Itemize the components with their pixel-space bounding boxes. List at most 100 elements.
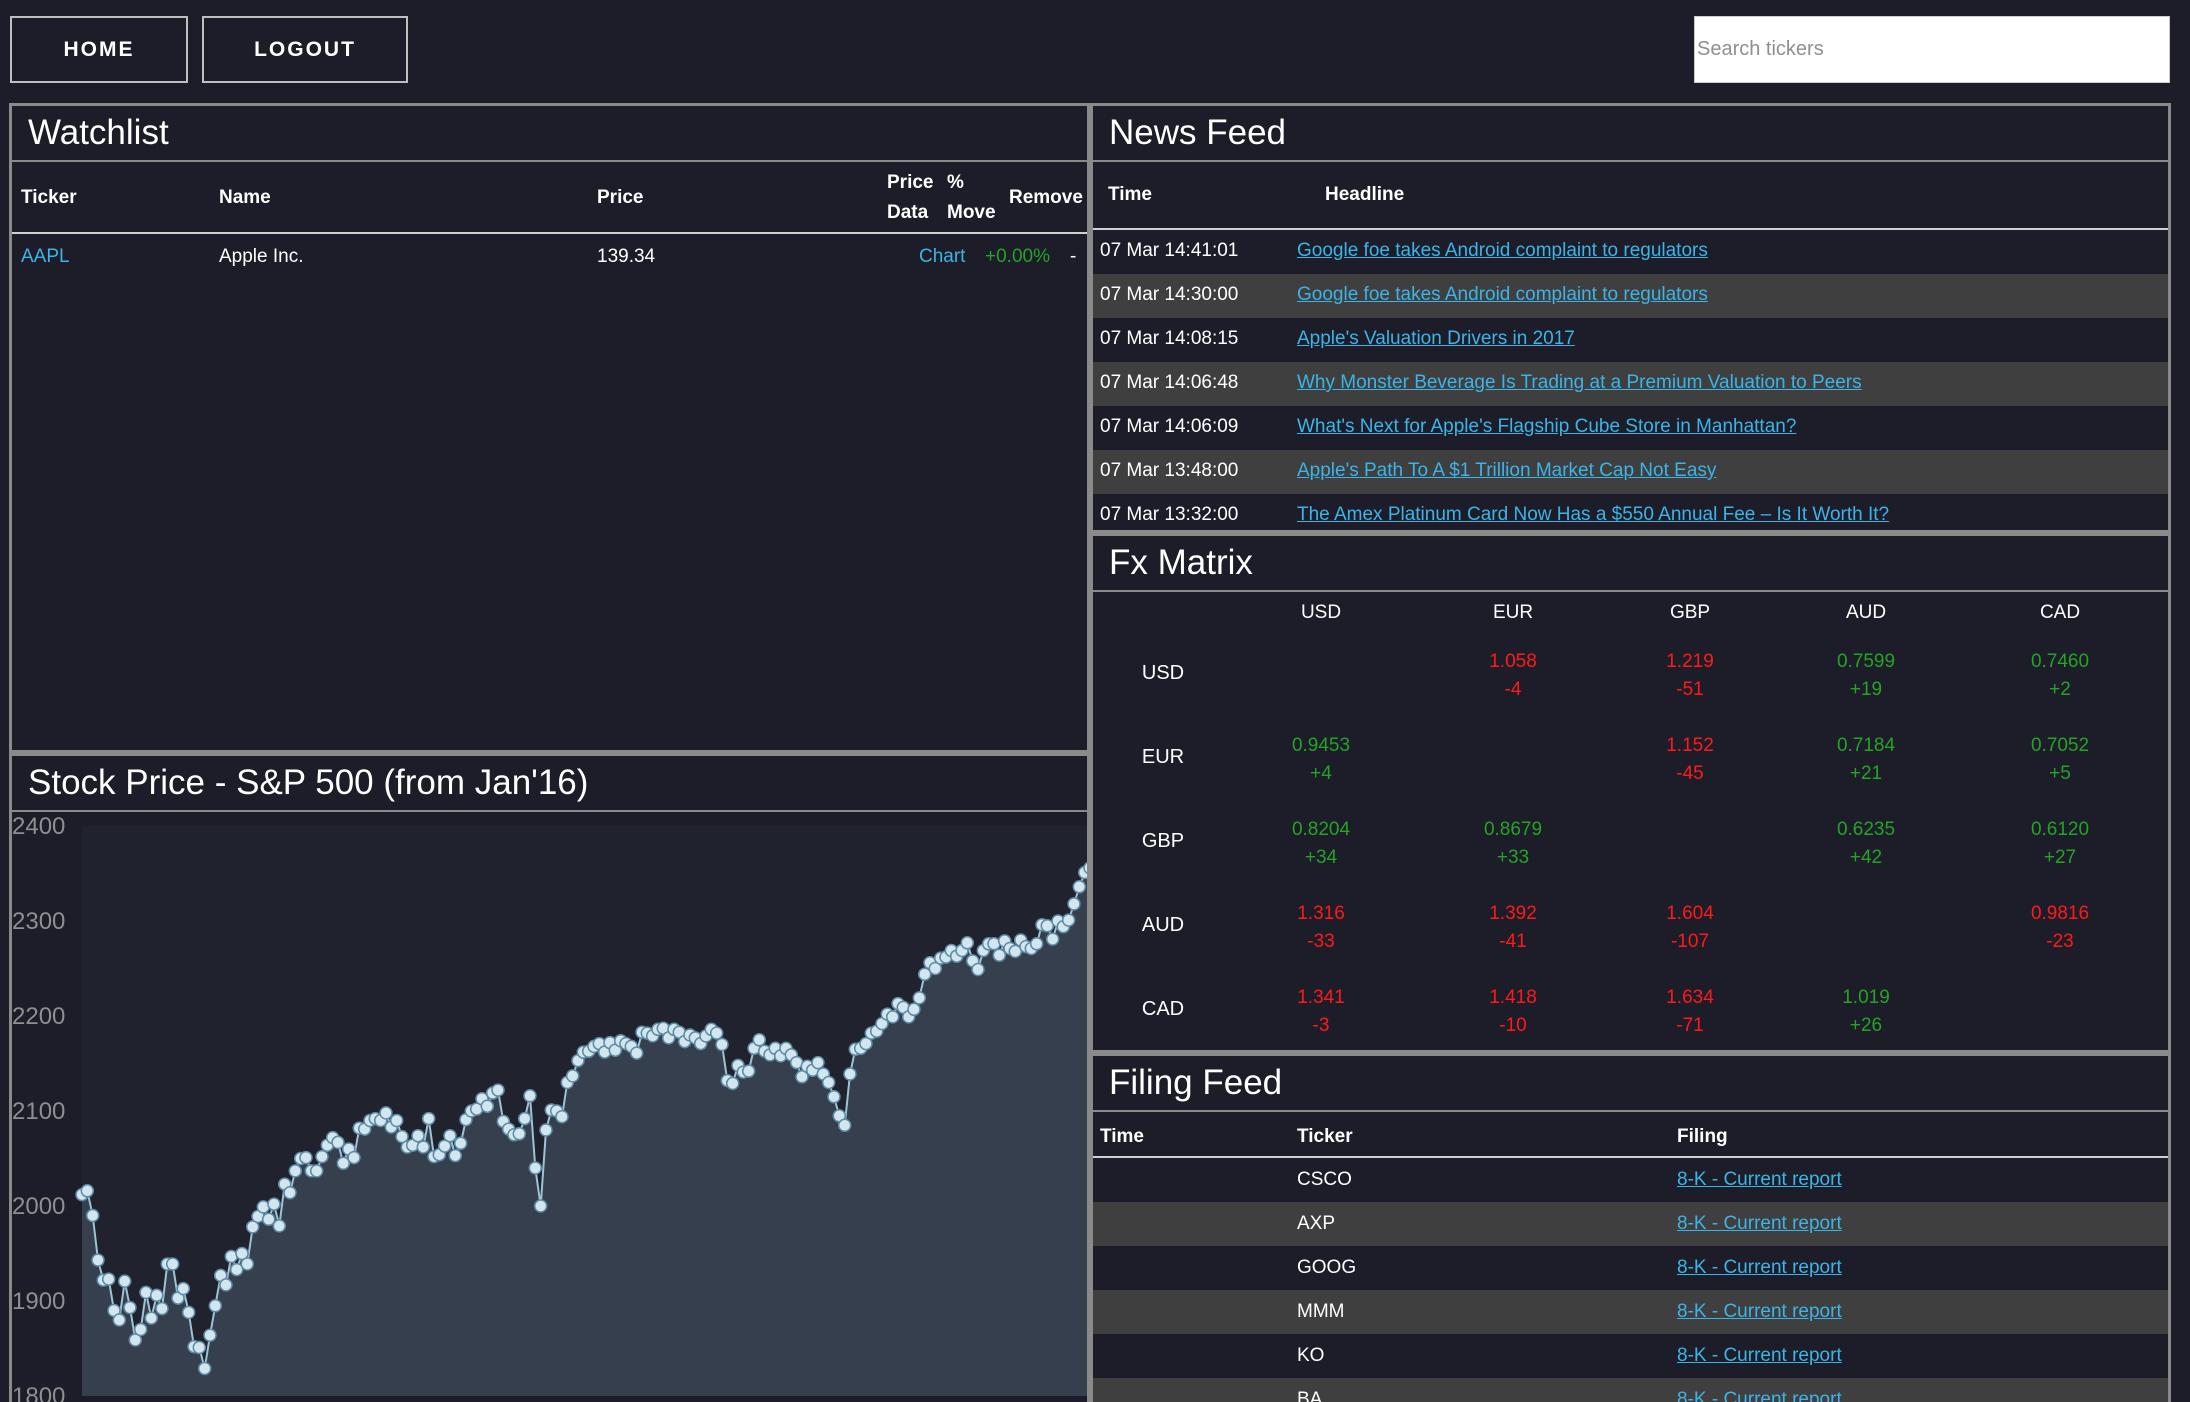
price-point[interactable] (992, 948, 1007, 962)
remove-button[interactable]: - (1070, 246, 1076, 268)
price-point[interactable] (197, 1361, 212, 1376)
price-point[interactable] (709, 1026, 724, 1040)
price-point[interactable] (208, 1299, 223, 1313)
price-point[interactable] (885, 1010, 900, 1024)
price-point[interactable] (971, 962, 985, 977)
price-point[interactable] (453, 1136, 468, 1151)
price-point[interactable] (181, 1305, 196, 1320)
price-point[interactable] (288, 1164, 303, 1178)
filing-link[interactable]: 8-K - Current report (1677, 1169, 1842, 1191)
price-point[interactable] (283, 1185, 297, 1200)
price-point[interactable] (261, 1212, 276, 1227)
y-tick-label: 2300 (12, 908, 65, 935)
price-point[interactable] (133, 1322, 148, 1337)
price-point[interactable] (741, 1064, 756, 1078)
chart-link[interactable]: Chart (919, 246, 965, 268)
fx-change: +27 (2043, 847, 2077, 868)
col-header-price: Price (597, 187, 644, 208)
price-point[interactable] (85, 1208, 100, 1223)
price-point[interactable] (725, 1076, 740, 1091)
price-point[interactable] (1029, 937, 1044, 951)
price-point[interactable] (1045, 932, 1060, 946)
price-point[interactable] (299, 1150, 313, 1165)
price-point[interactable] (240, 1257, 255, 1271)
price-point[interactable] (443, 1128, 457, 1143)
price-point[interactable] (555, 1109, 569, 1124)
fx-cell-usd-eur: 1.058 -4 (1453, 648, 1573, 704)
price-point[interactable] (155, 1301, 169, 1316)
price-point[interactable] (144, 1311, 159, 1325)
price-point[interactable] (331, 1135, 345, 1150)
fx-cell-cad-aud: 1.019 +26 (1806, 984, 1926, 1040)
price-point[interactable] (539, 1123, 553, 1137)
news-headline-link[interactable]: Apple's Path To A $1 Trillion Market Cap… (1297, 460, 1716, 482)
price-point[interactable] (117, 1274, 132, 1288)
price-point[interactable] (123, 1300, 137, 1315)
price-point[interactable] (91, 1253, 105, 1267)
price-point[interactable] (421, 1111, 436, 1126)
price-point[interactable] (715, 1037, 729, 1052)
filing-link[interactable]: 8-K - Current report (1677, 1213, 1842, 1235)
price-point[interactable] (389, 1113, 404, 1128)
price-point[interactable] (517, 1111, 532, 1126)
news-headline-link[interactable]: The Amex Platinum Card Now Has a $550 An… (1297, 504, 1889, 526)
price-point[interactable] (960, 936, 975, 950)
fx-change: -41 (1499, 931, 1527, 952)
filing-link[interactable]: 8-K - Current report (1677, 1257, 1842, 1279)
price-point[interactable] (80, 1184, 95, 1198)
price-point[interactable] (827, 1090, 841, 1104)
price-point[interactable] (219, 1278, 233, 1292)
price-point[interactable] (267, 1197, 281, 1211)
search-tickers-input[interactable] (1694, 16, 2170, 83)
price-point[interactable] (309, 1164, 324, 1178)
filing-link[interactable]: 8-K - Current report (1677, 1301, 1842, 1323)
price-point[interactable] (907, 1002, 921, 1017)
price-point[interactable] (811, 1055, 825, 1070)
price-point[interactable] (203, 1328, 217, 1342)
price-point[interactable] (347, 1150, 361, 1165)
price-point[interactable] (480, 1099, 495, 1114)
fx-change: -51 (1676, 679, 1704, 700)
ticker-link[interactable]: AAPL (21, 246, 70, 268)
price-point[interactable] (165, 1257, 180, 1271)
price-point[interactable] (1072, 880, 1087, 894)
price-point[interactable] (843, 1067, 857, 1081)
price-point[interactable] (837, 1118, 852, 1133)
price-point[interactable] (411, 1128, 425, 1143)
fx-rate: 0.7052 (2030, 735, 2090, 756)
price-point[interactable] (523, 1089, 537, 1103)
price-point[interactable] (912, 991, 927, 1005)
fx-change: -3 (1312, 1015, 1330, 1036)
price-point[interactable] (1067, 897, 1081, 911)
price-point[interactable] (315, 1149, 329, 1164)
price-point[interactable] (491, 1083, 505, 1097)
price-point[interactable] (512, 1127, 527, 1141)
news-headline-link[interactable]: What's Next for Apple's Flagship Cube St… (1297, 416, 1796, 438)
filing-link[interactable]: 8-K - Current report (1677, 1345, 1842, 1367)
watchlist-panel: Watchlist Ticker Name Price Price Data %… (9, 103, 1090, 753)
price-point[interactable] (176, 1281, 191, 1296)
logout-button[interactable]: LOGOUT (202, 16, 408, 83)
price-point[interactable] (1061, 913, 1076, 927)
price-point[interactable] (528, 1161, 543, 1175)
news-headline-link[interactable]: Google foe takes Android complaint to re… (1297, 240, 1708, 262)
price-point[interactable] (112, 1313, 127, 1327)
price-point[interactable] (272, 1219, 287, 1233)
price-point[interactable] (101, 1272, 116, 1286)
price-point[interactable] (629, 1046, 644, 1060)
home-button[interactable]: HOME (10, 16, 188, 83)
news-headline-link[interactable]: Apple's Valuation Drivers in 2017 (1297, 328, 1575, 350)
price-point[interactable] (149, 1288, 164, 1303)
price-point[interactable] (192, 1340, 207, 1355)
news-headline-link[interactable]: Google foe takes Android complaint to re… (1297, 284, 1708, 306)
price-point[interactable] (821, 1075, 836, 1090)
price-point[interactable] (416, 1140, 431, 1154)
price-point[interactable] (448, 1148, 463, 1163)
price-point[interactable] (752, 1033, 767, 1047)
price-point[interactable] (379, 1106, 393, 1120)
news-headline-link[interactable]: Why Monster Beverage Is Trading at a Pre… (1297, 372, 1862, 394)
fx-change: -23 (2046, 931, 2074, 952)
price-point[interactable] (565, 1069, 580, 1083)
filing-link[interactable]: 8-K - Current report (1677, 1389, 1842, 1402)
price-point[interactable] (533, 1199, 548, 1213)
